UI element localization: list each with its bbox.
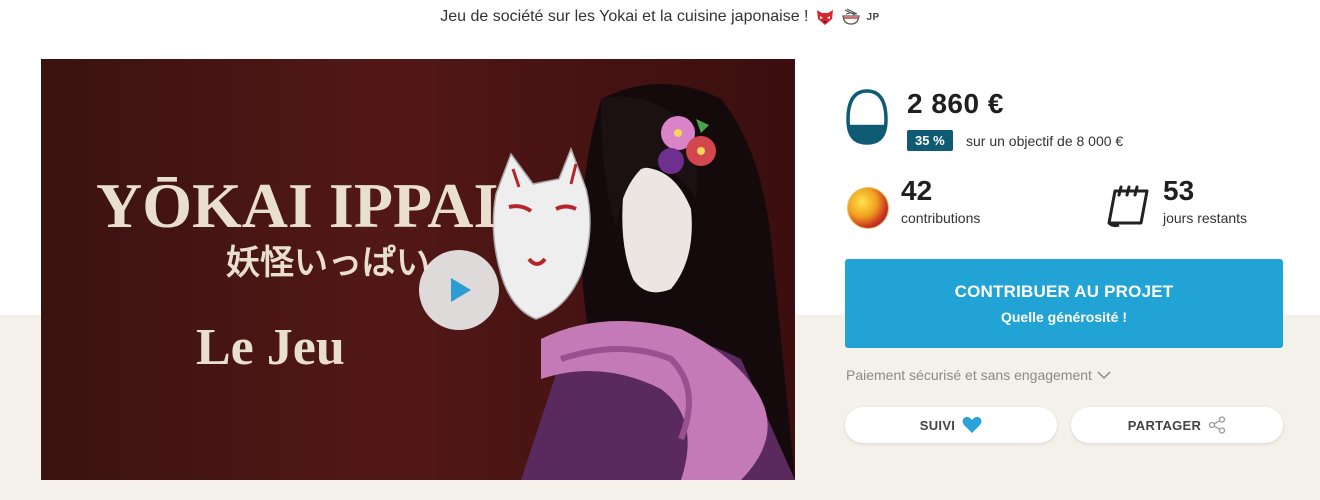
chevron-down-icon xyxy=(1097,371,1111,380)
secure-payment-text: Paiement sécurisé et sans engagement xyxy=(846,367,1092,383)
contribute-button[interactable]: CONTRIBUER AU PROJET Quelle générosité ! xyxy=(845,259,1283,348)
follow-button-label: SUIVI xyxy=(919,417,956,433)
funding-summary: 2 860 € 35 % sur un objectif de 8 000 € xyxy=(845,88,1283,151)
project-tagline-row: Jeu de société sur les Yokai et la cuisi… xyxy=(0,7,1320,27)
stats-row: 42 contributions 53 jours restants xyxy=(845,175,1283,229)
video-title-main: YŌKAI IPPAI xyxy=(96,170,498,241)
share-button[interactable]: PARTAGER xyxy=(1071,407,1283,443)
secure-payment-toggle[interactable]: Paiement sécurisé et sans engagement xyxy=(846,367,1111,383)
amount-raised: 2 860 € xyxy=(907,88,1004,119)
heart-icon xyxy=(962,416,982,433)
contribute-button-title: CONTRIBUER AU PROJET xyxy=(954,282,1174,301)
days-remaining-count: 53 xyxy=(1163,175,1195,206)
video-title-japanese: 妖怪いっぱい xyxy=(226,243,430,283)
contributions-count: 42 xyxy=(901,175,933,206)
funding-progress-egg-icon xyxy=(846,89,888,145)
video-thumbnail-art: YŌKAI IPPAI 妖怪いっぱい Le Jeu xyxy=(96,84,795,480)
share-icon xyxy=(1209,416,1226,434)
fox-mask-icon xyxy=(815,7,835,27)
project-tagline: Jeu de société sur les Yokai et la cuisi… xyxy=(440,8,809,25)
video-title-subtitle: Le Jeu xyxy=(196,319,345,376)
contribute-button-subtitle: Quelle générosité ! xyxy=(1000,309,1128,325)
follow-button[interactable]: SUIVI xyxy=(845,407,1057,443)
project-video[interactable]: YŌKAI IPPAI 妖怪いっぱい Le Jeu xyxy=(41,59,795,480)
percent-badge: 35 % xyxy=(907,130,953,151)
contributions-label: contributions xyxy=(901,210,981,226)
language-tag: JP xyxy=(866,11,880,23)
share-button-label: PARTAGER xyxy=(1127,417,1202,433)
goal-text: sur un objectif de 8 000 € xyxy=(966,133,1124,149)
calendar-icon xyxy=(1107,185,1149,228)
days-remaining-label: jours restants xyxy=(1163,210,1248,226)
contributor-avatar xyxy=(847,187,889,229)
ramen-bowl-icon xyxy=(841,7,861,27)
play-button[interactable] xyxy=(419,250,499,330)
play-icon xyxy=(451,278,471,302)
